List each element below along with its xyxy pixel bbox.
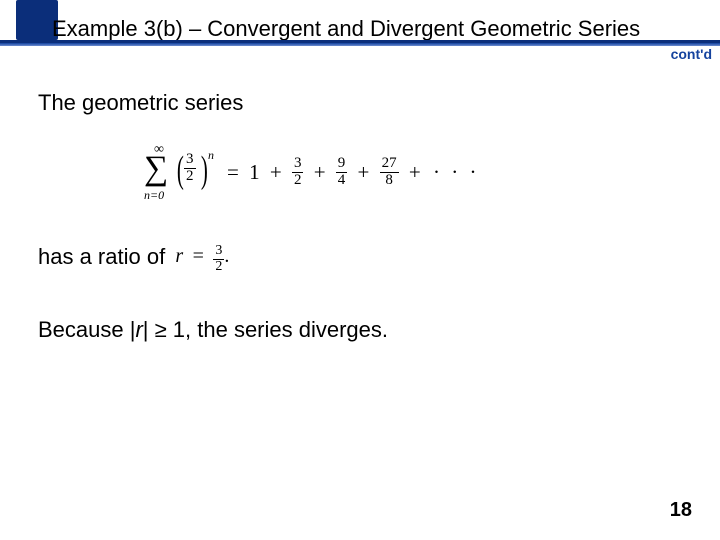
- ratio-expression: r = 3 2 .: [175, 242, 229, 275]
- title-area: Example 3(b) – Convergent and Divergent …: [0, 0, 720, 64]
- ratio-prefix: has a ratio of: [38, 244, 165, 269]
- content-area: The geometric series ∞ ∑ n=0 ( 3 2 ) n =…: [0, 64, 720, 343]
- series-expression: ∞ ∑ n=0 ( 3 2 ) n = 1 + 3 2 + 9 4: [144, 146, 682, 208]
- title-underline: [0, 40, 720, 46]
- t3-den: 4: [336, 173, 348, 189]
- t4-den: 8: [380, 173, 399, 189]
- base-fraction: 3 2: [184, 152, 196, 185]
- t3-num: 9: [336, 156, 348, 173]
- term-3: 9 4: [336, 156, 348, 189]
- t2-num: 3: [292, 156, 304, 173]
- slide-title: Example 3(b) – Convergent and Divergent …: [52, 16, 640, 42]
- plus-2: +: [309, 160, 331, 185]
- ratio-eq: =: [189, 245, 208, 267]
- t4-num: 27: [380, 156, 399, 173]
- sigma-lower: n=0: [144, 188, 164, 203]
- ratio-fraction: 3 2: [213, 244, 224, 274]
- sigma-symbol: ∑: [144, 152, 168, 186]
- ratio-var: r: [175, 245, 183, 267]
- plus-3: +: [353, 160, 375, 185]
- right-paren: ): [201, 148, 208, 192]
- conclusion-a: Because |: [38, 317, 135, 342]
- ratio-period: .: [224, 245, 229, 267]
- plus-1: +: [265, 160, 287, 185]
- term-4: 27 8: [380, 156, 399, 189]
- intro-line: The geometric series: [38, 90, 682, 116]
- exponent: n: [208, 148, 214, 163]
- ellipsis: · · ·: [431, 160, 479, 185]
- expansion: = 1 + 3 2 + 9 4 + 27 8 + · · ·: [222, 156, 479, 189]
- term-1: 1: [249, 160, 260, 185]
- conclusion-r: r: [135, 317, 142, 342]
- left-paren: (: [177, 148, 184, 192]
- conclusion-line: Because |r| ≥ 1, the series diverges.: [38, 317, 682, 343]
- page-number: 18: [670, 499, 692, 522]
- ratio-num: 3: [213, 244, 224, 260]
- conclusion-b: | ≥ 1, the series diverges.: [143, 317, 388, 342]
- ratio-den: 2: [213, 260, 224, 275]
- equals-sign: =: [222, 160, 244, 185]
- plus-4: +: [404, 160, 426, 185]
- base-den: 2: [184, 169, 196, 185]
- term-2: 3 2: [292, 156, 304, 189]
- ratio-line: has a ratio of r = 3 2 .: [38, 242, 682, 275]
- t2-den: 2: [292, 173, 304, 189]
- continued-label: cont'd: [671, 46, 712, 62]
- base-num: 3: [184, 152, 196, 169]
